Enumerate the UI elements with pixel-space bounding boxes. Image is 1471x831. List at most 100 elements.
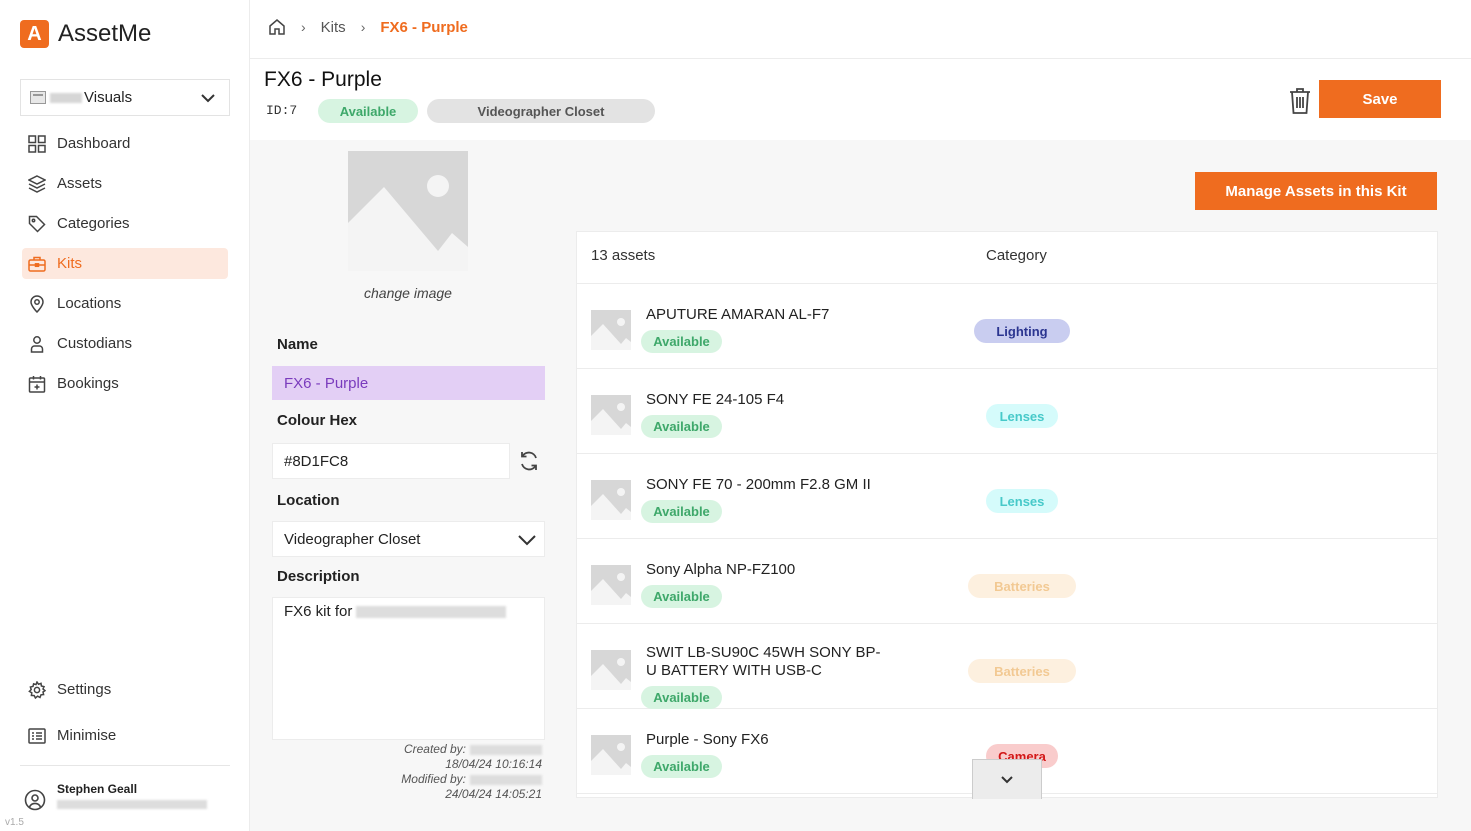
user-profile[interactable]: Stephen Geall bbox=[24, 782, 207, 811]
save-button[interactable]: Save bbox=[1319, 80, 1441, 118]
sidebar-item-categories[interactable]: Categories bbox=[22, 208, 228, 239]
asset-status-badge: Available bbox=[641, 755, 722, 778]
sidebar-item-label: Bookings bbox=[57, 375, 119, 392]
user-name: Stephen Geall bbox=[57, 782, 138, 796]
user-avatar-icon bbox=[24, 789, 46, 811]
image-placeholder-icon bbox=[591, 403, 631, 435]
asset-name[interactable]: APUTURE AMARAN AL-F7 bbox=[646, 306, 886, 324]
home-icon[interactable] bbox=[268, 18, 286, 36]
location-badge: Videographer Closet bbox=[427, 99, 655, 123]
created-label: Created by: bbox=[403, 742, 466, 756]
kit-header: FX6 - Purple ID:7 Available Videographer… bbox=[250, 59, 1471, 140]
user-email-redacted bbox=[57, 800, 207, 809]
workspace-selector[interactable]: Visuals bbox=[20, 79, 230, 116]
location-select-value: Videographer Closet bbox=[284, 530, 421, 548]
table-row[interactable]: SONY FE 24-105 F4 Available Lenses bbox=[577, 369, 1437, 454]
status-badge: Available bbox=[318, 99, 418, 123]
location-select[interactable]: Videographer Closet bbox=[272, 521, 545, 557]
sidebar-item-label: Assets bbox=[57, 175, 103, 192]
settings-label: Settings bbox=[57, 681, 112, 698]
scroll-down-button[interactable] bbox=[972, 759, 1042, 799]
main-content: › Kits › FX6 - Purple FX6 - Purple ID:7 … bbox=[250, 0, 1471, 831]
table-row[interactable]: APUTURE AMARAN AL-F7 Available Lighting bbox=[577, 284, 1437, 369]
person-icon bbox=[30, 335, 44, 353]
list-icon bbox=[28, 727, 46, 744]
asset-status-badge: Available bbox=[641, 686, 722, 709]
sidebar-item-minimise[interactable]: Minimise bbox=[22, 720, 228, 751]
grid-icon bbox=[28, 134, 46, 153]
sidebar-item-bookings[interactable]: Bookings bbox=[22, 368, 228, 399]
description-field[interactable]: FX6 kit for bbox=[272, 597, 545, 740]
sidebar-item-custodians[interactable]: Custodians bbox=[22, 328, 228, 359]
sidebar-nav: Dashboard Assets Categories Kits Locatio… bbox=[22, 128, 228, 408]
category-badge: Lenses bbox=[986, 489, 1058, 513]
asset-name[interactable]: Sony Alpha NP-FZ100 bbox=[646, 561, 886, 579]
asset-name[interactable]: Purple - Sony FX6 bbox=[646, 731, 886, 749]
category-badge: Batteries bbox=[968, 574, 1076, 598]
workspace-name: Visuals bbox=[84, 89, 133, 106]
breadcrumb-kits[interactable]: Kits bbox=[321, 19, 346, 36]
table-header: 13 assets Category bbox=[577, 232, 1437, 284]
description-value: FX6 kit for bbox=[284, 603, 353, 620]
sidebar-item-label: Kits bbox=[57, 255, 83, 272]
asset-name[interactable]: SONY FE 70 - 200mm F2.8 GM II bbox=[646, 476, 886, 494]
asset-thumbnail bbox=[591, 735, 631, 775]
calendar-icon bbox=[28, 375, 46, 393]
sidebar-item-kits[interactable]: Kits bbox=[22, 248, 228, 279]
tag-icon bbox=[28, 215, 46, 233]
table-row[interactable]: SONY FE 70 - 200mm F2.8 GM II Available Le… bbox=[577, 454, 1437, 539]
category-badge: Lenses bbox=[986, 404, 1058, 428]
asset-thumbnail bbox=[591, 650, 631, 690]
created-date: 18/04/24 10:16:14 bbox=[445, 757, 542, 771]
modified-label: Modified by: bbox=[401, 772, 466, 786]
change-image-link[interactable]: change image bbox=[348, 285, 468, 301]
page-title: FX6 - Purple bbox=[264, 68, 382, 91]
chevron-right-icon: › bbox=[301, 19, 306, 35]
location-label: Location bbox=[277, 492, 340, 509]
sidebar-item-label: Locations bbox=[57, 295, 122, 312]
sidebar-item-label: Categories bbox=[57, 215, 130, 232]
image-placeholder-icon bbox=[591, 488, 631, 520]
image-placeholder-icon bbox=[591, 658, 631, 690]
app-version: v1.5 bbox=[5, 817, 24, 828]
breadcrumb-current: FX6 - Purple bbox=[380, 18, 468, 36]
sidebar-item-locations[interactable]: Locations bbox=[22, 288, 228, 319]
image-placeholder-icon bbox=[591, 743, 631, 775]
category-badge: Batteries bbox=[968, 659, 1076, 683]
manage-assets-button[interactable]: Manage Assets in this Kit bbox=[1195, 172, 1437, 210]
gear-icon bbox=[28, 680, 46, 699]
asset-name[interactable]: SONY FE 24-105 F4 bbox=[646, 391, 886, 409]
sidebar-item-assets[interactable]: Assets bbox=[22, 168, 228, 199]
chevron-down-icon bbox=[1001, 775, 1013, 783]
created-by-redacted bbox=[470, 744, 542, 755]
name-field[interactable]: FX6 - Purple bbox=[272, 366, 545, 400]
sidebar-item-dashboard[interactable]: Dashboard bbox=[22, 128, 228, 159]
brand-name: AssetMe bbox=[58, 20, 152, 47]
image-placeholder-icon bbox=[591, 318, 631, 350]
modified-by-redacted bbox=[470, 774, 542, 785]
trash-icon[interactable] bbox=[1289, 87, 1311, 115]
description-label: Description bbox=[277, 568, 360, 585]
description-redacted bbox=[356, 606, 507, 618]
colour-hex-label: Colour Hex bbox=[277, 412, 358, 429]
workspace-icon bbox=[30, 91, 46, 104]
briefcase-icon bbox=[28, 256, 46, 272]
image-placeholder-icon bbox=[591, 573, 631, 605]
kit-id: ID:7 bbox=[266, 103, 298, 118]
table-row[interactable]: Sony Alpha NP-FZ100 Available Batteries bbox=[577, 539, 1437, 624]
table-row[interactable]: SWIT LB-SU90C 45WH SONY BP-U BATTERY WIT… bbox=[577, 624, 1437, 709]
chevron-down-icon bbox=[201, 94, 215, 103]
assets-table: 13 assets Category APUTURE AMARAN AL-F7 A… bbox=[576, 231, 1438, 798]
image-placeholder-icon bbox=[348, 175, 468, 271]
brand[interactable]: A AssetMe bbox=[20, 20, 151, 48]
sidebar-item-settings[interactable]: Settings bbox=[22, 674, 228, 705]
asset-status-badge: Available bbox=[641, 500, 722, 523]
breadcrumb: › Kits › FX6 - Purple bbox=[268, 18, 468, 36]
layers-icon bbox=[28, 174, 46, 193]
refresh-icon[interactable] bbox=[518, 450, 540, 472]
asset-name[interactable]: SWIT LB-SU90C 45WH SONY BP-U BATTERY WIT… bbox=[646, 644, 886, 680]
asset-status-badge: Available bbox=[641, 330, 722, 353]
kit-image-placeholder[interactable] bbox=[348, 151, 468, 271]
map-pin-icon bbox=[30, 294, 44, 313]
colour-hex-field[interactable]: #8D1FC8 bbox=[272, 443, 510, 479]
